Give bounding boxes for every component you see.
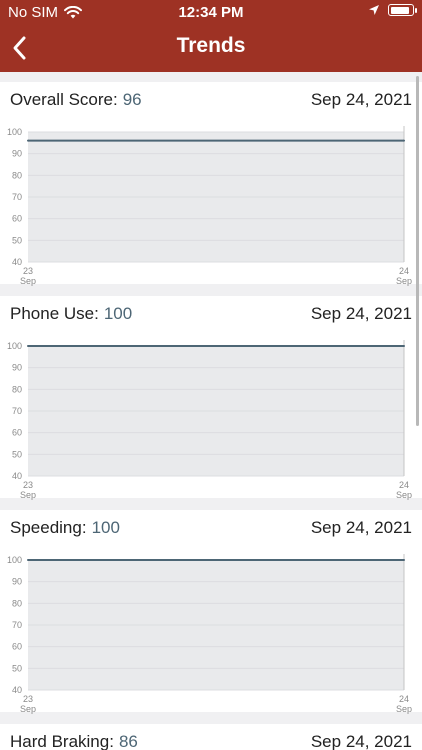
- trends-list[interactable]: Overall Score: 96 Sep 24, 2021 100 90 80 70 6…: [0, 72, 422, 750]
- x-tick-label: 24: [399, 694, 409, 704]
- x-tick-label: Sep: [396, 490, 412, 500]
- metric-name: Speeding:: [10, 518, 87, 537]
- x-tick-label: 23: [23, 694, 33, 704]
- x-tick-label: Sep: [396, 704, 412, 714]
- navigation-bar: Trends: [0, 24, 422, 72]
- x-tick-label: 23: [23, 480, 33, 490]
- metric-name: Overall Score:: [10, 90, 118, 109]
- status-bar: No SIM 12:34 PM: [0, 0, 422, 24]
- y-tick-label: 80: [12, 598, 22, 608]
- y-tick-label: 60: [12, 642, 22, 652]
- metric-value: 100: [91, 518, 120, 537]
- trend-card-phone-use: Phone Use: 100 Sep 24, 2021 100 90 80 70 60 50…: [0, 296, 422, 500]
- metric-label: Hard Braking: 86: [10, 732, 138, 750]
- scrollbar[interactable]: [416, 76, 419, 426]
- metric-label: Overall Score: 96: [10, 90, 142, 110]
- y-tick-label: 90: [12, 149, 22, 159]
- y-tick-label: 80: [12, 384, 22, 394]
- x-tick-label: 23: [23, 266, 33, 276]
- data-point: [403, 139, 405, 142]
- metric-date: Sep 24, 2021: [310, 90, 412, 109]
- y-tick-label: 50: [12, 449, 22, 459]
- x-tick-label: Sep: [20, 704, 36, 714]
- x-tick-label: 24: [399, 266, 409, 276]
- data-point: [27, 139, 29, 142]
- y-tick-label: 100: [7, 341, 22, 351]
- metric-value: 96: [122, 90, 142, 109]
- data-point: [403, 559, 405, 561]
- y-tick-label: 90: [12, 363, 22, 373]
- y-tick-label: 90: [12, 577, 22, 587]
- battery-icon: [388, 4, 417, 16]
- y-tick-label: 40: [12, 257, 22, 267]
- x-tick-label: Sep: [20, 276, 36, 286]
- y-tick-label: 60: [12, 428, 22, 438]
- y-tick-label: 70: [12, 406, 22, 416]
- x-tick-label: 24: [399, 480, 409, 490]
- metric-date: Sep 24, 2021: [310, 304, 412, 323]
- trend-chart: 10090807060504023Sep24Sep: [7, 340, 412, 500]
- metric-value: 86: [118, 732, 138, 750]
- trend-chart: 10090807060504023Sep24Sep: [7, 126, 412, 286]
- metric-value: 100: [103, 304, 133, 323]
- y-tick-label: 70: [12, 620, 22, 630]
- metric-label: Phone Use: 100: [10, 304, 132, 324]
- x-tick-label: Sep: [20, 490, 36, 500]
- metric-name: Phone Use:: [10, 304, 99, 323]
- metric-name: Hard Braking:: [10, 732, 114, 750]
- y-tick-label: 50: [12, 663, 22, 673]
- y-tick-label: 80: [12, 170, 22, 180]
- y-tick-label: 100: [7, 555, 22, 565]
- y-tick-label: 40: [12, 685, 22, 695]
- metric-label: Speeding: 100: [10, 518, 120, 538]
- location-arrow-icon: [369, 5, 379, 15]
- trend-card-speeding: Speeding: 100 Sep 24, 2021 100 90 80 70 60 50 4…: [0, 510, 422, 714]
- trend-card-overall-score: Overall Score: 96 Sep 24, 2021 100 90 80 70 6…: [0, 82, 422, 286]
- y-tick-label: 70: [12, 192, 22, 202]
- y-tick-label: 60: [12, 214, 22, 224]
- page-title: Trends: [176, 34, 246, 57]
- metric-date: Sep 24, 2021: [310, 732, 412, 750]
- data-point: [27, 559, 29, 561]
- status-time: 12:34 PM: [178, 4, 244, 21]
- metric-date: Sep 24, 2021: [310, 518, 412, 537]
- x-tick-label: Sep: [396, 276, 412, 286]
- header-bar: No SIM 12:34 PM Trends: [0, 0, 422, 72]
- data-point: [403, 345, 405, 347]
- trend-card-hard-braking: Hard Braking: 86 Sep 24, 2021: [0, 724, 422, 750]
- data-point: [27, 345, 29, 347]
- y-tick-label: 100: [7, 127, 22, 137]
- y-tick-label: 40: [12, 471, 22, 481]
- trend-chart: 10090807060504023Sep24Sep: [7, 554, 412, 714]
- y-tick-label: 50: [12, 235, 22, 245]
